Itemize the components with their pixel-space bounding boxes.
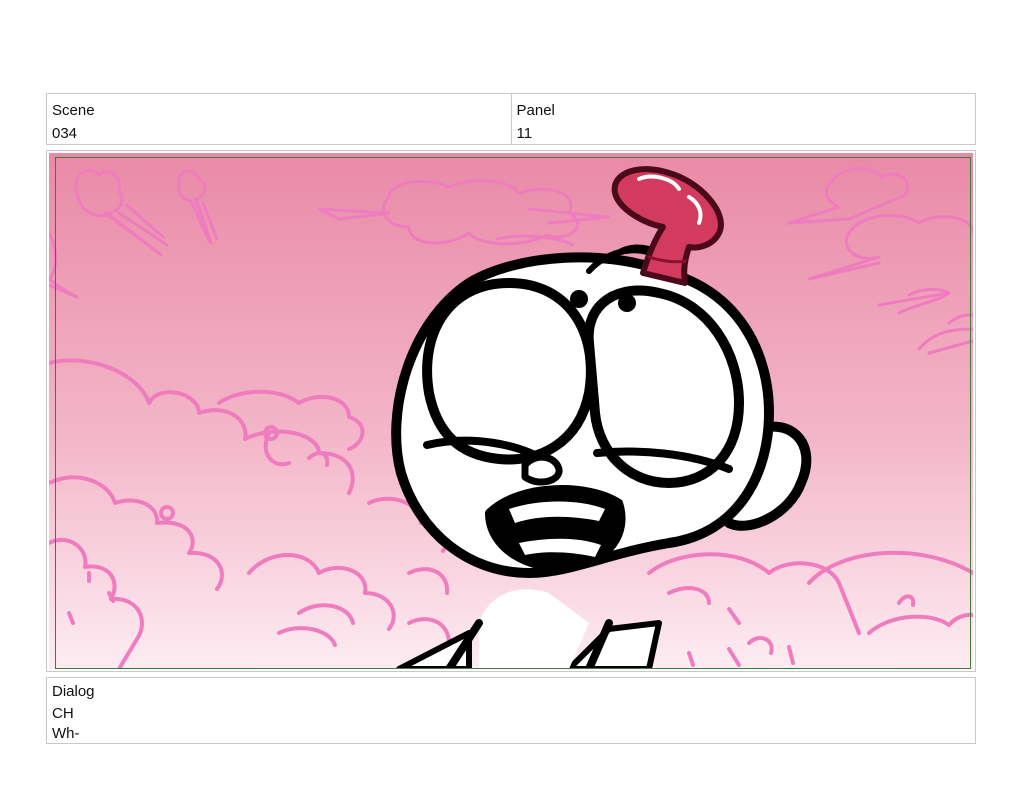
panel-label: Panel [516,102,555,119]
dialog-label: Dialog [52,683,95,700]
panel-cell: Panel 11 [510,94,976,144]
scene-cell: Scene 034 [47,94,511,144]
scene-panel-header: Scene 034 Panel 11 [46,93,976,145]
scene-label: Scene [52,102,95,119]
dialog-line: Wh- [52,725,80,742]
scene-number: 034 [52,125,78,142]
storyboard-panel [46,150,976,672]
storyboard-drawing-icon [49,153,973,669]
dialog-character: CH [52,705,74,722]
dialog-box: Dialog CH Wh- [46,677,976,744]
panel-number: 11 [516,125,533,142]
panel-artwork [49,153,973,669]
